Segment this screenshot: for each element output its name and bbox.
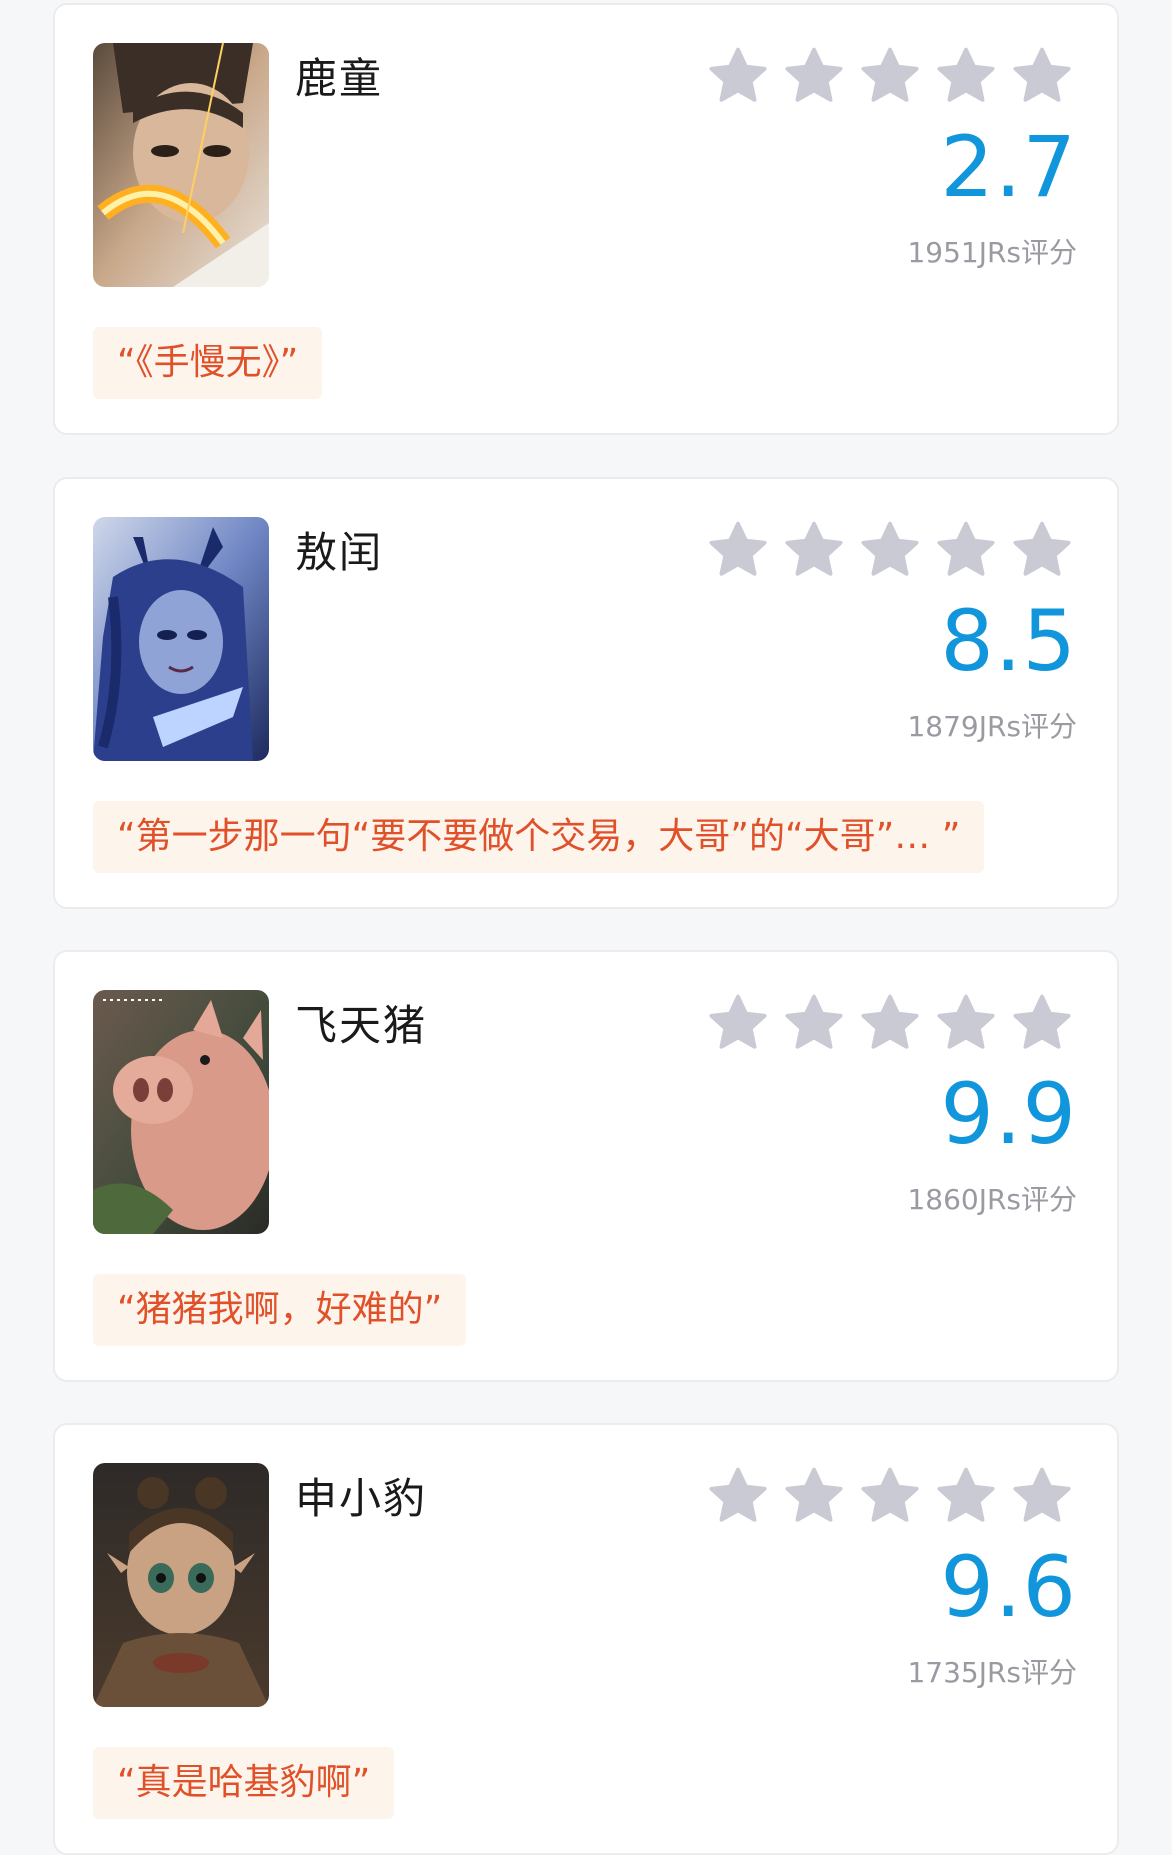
star-icon[interactable] [1011,1465,1073,1527]
star-icon[interactable] [859,992,921,1054]
star-icon[interactable] [707,519,769,581]
star-rating[interactable] [707,519,1073,581]
star-icon[interactable] [859,519,921,581]
star-icon[interactable] [1011,45,1073,107]
featured-quote[interactable]: “真是哈基豹啊” [93,1747,395,1819]
average-score: 2.7 [940,118,1077,216]
character-name: 鹿童 [295,54,384,103]
star-icon[interactable] [783,1465,845,1527]
star-rating[interactable] [707,1465,1073,1527]
average-score: 8.5 [940,592,1077,690]
star-icon[interactable] [1011,519,1073,581]
rating-card[interactable]: 申小豹 9.6 1735JRs评分 “真是哈基豹啊” [53,1423,1119,1855]
star-icon[interactable] [783,992,845,1054]
rating-count: 1879JRs评分 [907,710,1077,743]
star-icon[interactable] [707,1465,769,1527]
rating-card[interactable]: 鹿童 2.7 1951JRs评分 “《手慢无》” [53,3,1119,435]
rating-count: 1735JRs评分 [907,1656,1077,1689]
rating-count: 1860JRs评分 [907,1183,1077,1216]
star-icon[interactable] [1011,992,1073,1054]
character-name: 飞天猪 [295,1001,428,1050]
star-icon[interactable] [783,45,845,107]
character-name: 申小豹 [295,1474,428,1523]
character-avatar[interactable] [93,1463,269,1707]
character-portrait-icon [93,43,269,287]
character-avatar[interactable] [93,43,269,287]
rating-card[interactable]: 敖闰 8.5 1879JRs评分 “第一步那一句“要不要做个交易，大哥”的“大哥… [53,477,1119,909]
featured-quote[interactable]: “第一步那一句“要不要做个交易，大哥”的“大哥”… ” [93,801,985,873]
character-portrait-icon [93,517,269,761]
character-avatar[interactable] [93,517,269,761]
average-score: 9.9 [940,1065,1077,1163]
featured-quote[interactable]: “猪猪我啊，好难的” [93,1274,467,1346]
star-rating[interactable] [707,992,1073,1054]
rating-count: 1951JRs评分 [907,236,1077,269]
star-icon[interactable] [859,1465,921,1527]
star-icon[interactable] [935,519,997,581]
star-icon[interactable] [707,992,769,1054]
star-icon[interactable] [783,519,845,581]
rating-card[interactable]: 飞天猪 9.9 1860JRs评分 “猪猪我啊，好难的” [53,950,1119,1382]
featured-quote[interactable]: “《手慢无》” [93,327,323,399]
character-name: 敖闰 [295,528,384,577]
star-icon[interactable] [935,1465,997,1527]
star-icon[interactable] [707,45,769,107]
star-icon[interactable] [859,45,921,107]
character-portrait-icon [93,1463,269,1707]
character-avatar[interactable] [93,990,269,1234]
star-icon[interactable] [935,45,997,107]
average-score: 9.6 [940,1538,1077,1636]
character-portrait-icon [93,990,269,1234]
star-icon[interactable] [935,992,997,1054]
star-rating[interactable] [707,45,1073,107]
